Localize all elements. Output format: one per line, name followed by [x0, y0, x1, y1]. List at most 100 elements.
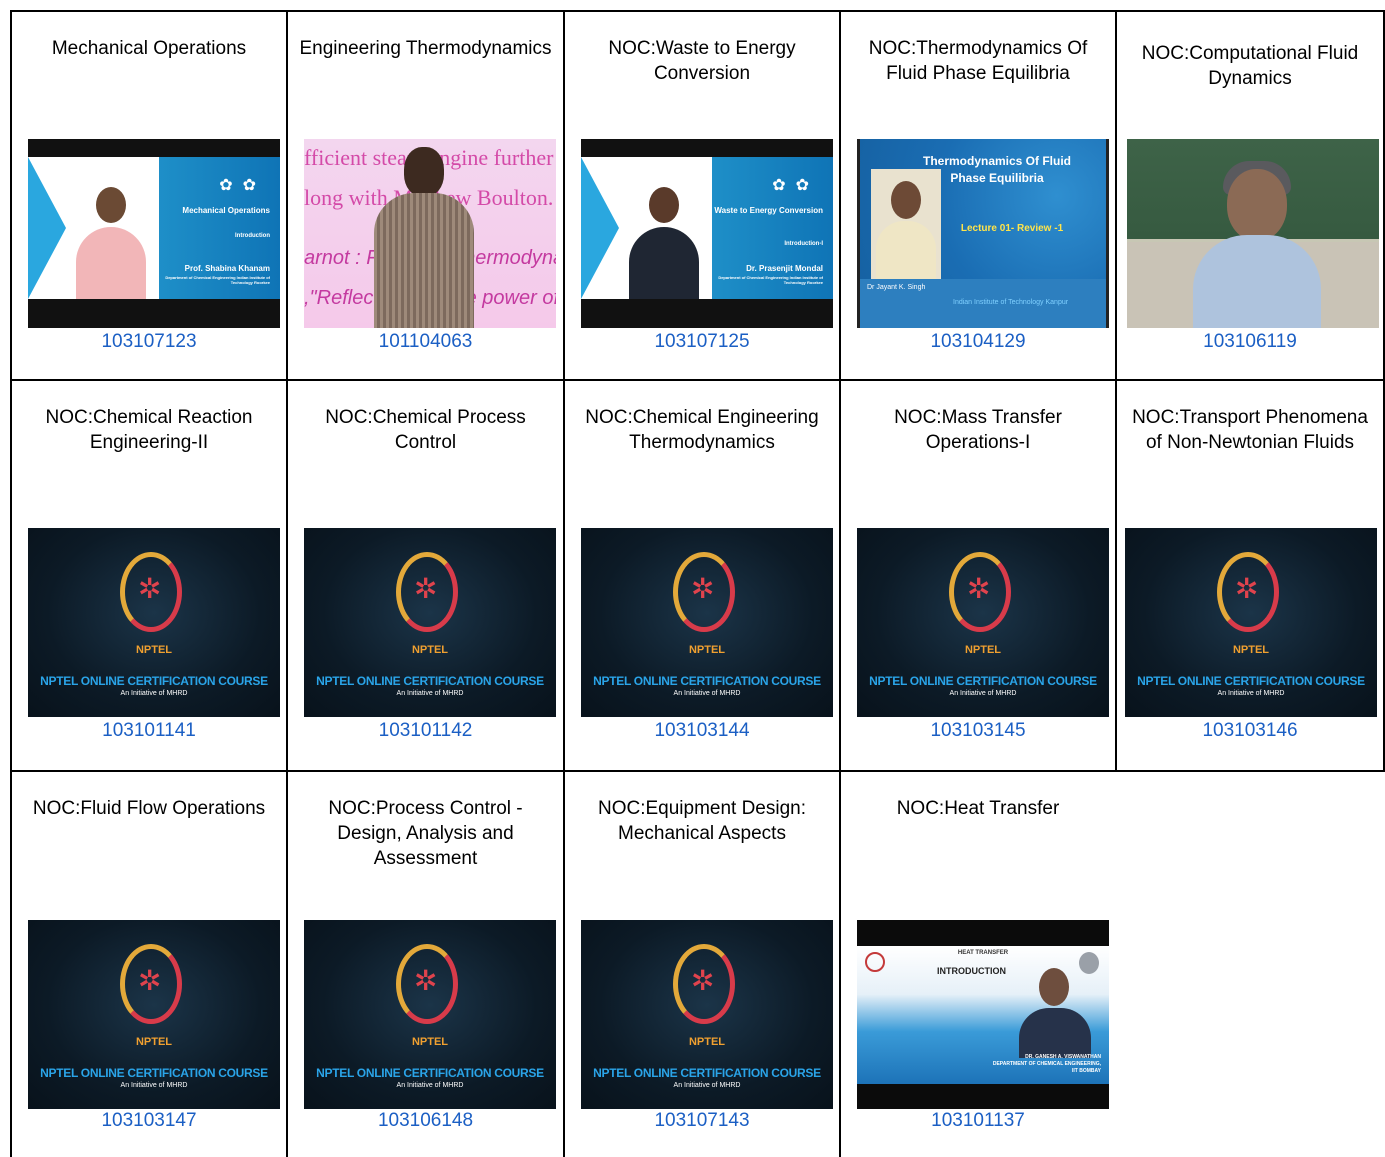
nptel-course-label: NPTEL ONLINE CERTIFICATION COURSE: [40, 1066, 268, 1080]
nptel-logo-icon: ✲: [138, 573, 162, 604]
nptel-initiative: An Initiative of MHRD: [673, 1082, 741, 1089]
nptel-initiative: An Initiative of MHRD: [120, 1082, 188, 1089]
course-thumbnail[interactable]: ✲ NPTEL NPTEL ONLINE CERTIFICATION COURS…: [304, 528, 556, 717]
course-title: NOC:Chemical Process Control: [325, 407, 526, 453]
nptel-label: NPTEL: [135, 1036, 173, 1048]
course-code-link[interactable]: 101104063: [288, 330, 563, 354]
course-code-link[interactable]: 103106119: [1117, 330, 1383, 354]
course-thumbnail[interactable]: ✿✿ Mechanical Operations Introduction Pr…: [28, 139, 280, 328]
thumb-dept: Indian Institute of Technology Kanpur: [953, 299, 1069, 306]
thumb-title: Mechanical Operations: [182, 206, 270, 215]
thumb-dept: Department of Chemical Engineering India…: [718, 275, 823, 285]
course-title: NOC:Equipment Design: Mechanical Aspects: [597, 798, 807, 844]
course-cell: Mechanical Operations ✿✿ Mechanical Oper…: [12, 12, 286, 379]
institute-logo-icon: ✿✿: [772, 177, 819, 194]
course-title: NOC:Chemical Reaction Engineering-II: [45, 407, 253, 453]
nptel-course-label: NPTEL ONLINE CERTIFICATION COURSE: [316, 1066, 544, 1080]
institute-logo-icon: ✿✿: [219, 177, 266, 194]
course-thumbnail[interactable]: Thermodynamics Of Fluid Phase Equilibria…: [857, 139, 1109, 328]
course-code-link[interactable]: 103101137: [841, 1109, 1115, 1133]
course-title: Engineering Thermodynamics: [299, 38, 552, 59]
course-cell: NOC:Transport Phenomena of Non-Newtonian…: [1117, 381, 1383, 770]
course-title: NOC:Waste to Energy Conversion: [608, 38, 796, 84]
course-grid: Mechanical Operations ✿✿ Mechanical Oper…: [10, 10, 1385, 1157]
thumb-presenter: Dr Jayant K. Singh: [867, 284, 926, 291]
course-cell: NOC:Chemical Reaction Engineering-II ✲ N…: [12, 381, 286, 770]
nptel-label: NPTEL: [964, 644, 1002, 656]
thumb-subtitle: Introduction: [235, 233, 270, 239]
course-code-link[interactable]: 103104129: [841, 330, 1115, 354]
course-thumbnail[interactable]: ✿✿ Waste to Energy Conversion Introducti…: [581, 139, 833, 328]
nptel-initiative: An Initiative of MHRD: [1217, 690, 1285, 697]
course-cell: NOC:Computational Fluid Dynamics 1031061…: [1117, 12, 1383, 379]
nptel-course-label: NPTEL ONLINE CERTIFICATION COURSE: [593, 1066, 821, 1080]
nptel-course-label: NPTEL ONLINE CERTIFICATION COURSE: [1137, 674, 1365, 688]
course-title: NOC:Mass Transfer Operations-I: [894, 407, 1062, 453]
nptel-course-label: NPTEL ONLINE CERTIFICATION COURSE: [40, 674, 268, 688]
nptel-logo-icon: ✲: [967, 573, 991, 604]
course-thumbnail[interactable]: ✲ NPTEL NPTEL ONLINE CERTIFICATION COURS…: [581, 528, 833, 717]
nptel-initiative: An Initiative of MHRD: [673, 690, 741, 697]
course-thumbnail[interactable]: fficient steam engine further and long w…: [304, 139, 556, 328]
course-thumbnail[interactable]: HEAT TRANSFER INTRODUCTION DR. GANESH A.…: [857, 920, 1109, 1109]
course-cell: NOC:Thermodynamics Of Fluid Phase Equili…: [841, 12, 1115, 379]
nptel-initiative: An Initiative of MHRD: [396, 1082, 464, 1089]
iitb-logo-icon: [865, 952, 885, 972]
course-code-link[interactable]: 103107125: [565, 330, 839, 354]
thumb-dept: Department of Chemical Engineering India…: [165, 275, 270, 285]
course-thumbnail[interactable]: ✲ NPTEL NPTEL ONLINE CERTIFICATION COURS…: [581, 920, 833, 1109]
nptel-logo-icon: ✲: [414, 573, 438, 604]
thumb-title: Waste to Energy Conversion: [714, 206, 823, 215]
course-title: NOC:Process Control - Design, Analysis a…: [328, 798, 523, 869]
thumb-header: HEAT TRANSFER: [957, 950, 1009, 956]
nptel-label: NPTEL: [1232, 644, 1270, 656]
course-cell: NOC:Chemical Process Control ✲ NPTEL NPT…: [288, 381, 563, 770]
course-code-link[interactable]: 103103145: [841, 719, 1115, 743]
course-title: NOC:Transport Phenomena of Non-Newtonian…: [1132, 407, 1368, 453]
lecturer-image: [871, 169, 941, 279]
course-title: NOC:Chemical Engineering Thermodynamics: [585, 407, 819, 453]
nptel-logo-icon: ✲: [1235, 573, 1259, 604]
thumb-subtitle: Introduction-I: [784, 241, 823, 247]
nptel-course-label: NPTEL ONLINE CERTIFICATION COURSE: [316, 674, 544, 688]
thumb-presenter: Prof. Shabina Khanam: [184, 264, 270, 273]
course-thumbnail[interactable]: [1127, 139, 1379, 328]
nptel-logo-icon: ✲: [414, 965, 438, 996]
nptel-label: NPTEL: [411, 1036, 449, 1048]
course-title: NOC:Computational Fluid Dynamics: [1141, 43, 1359, 89]
nptel-initiative: An Initiative of MHRD: [396, 690, 464, 697]
nptel-label: NPTEL: [688, 1036, 726, 1048]
thumb-subtitle: Lecture 01- Review -1: [960, 223, 1064, 234]
nptel-course-label: NPTEL ONLINE CERTIFICATION COURSE: [869, 674, 1097, 688]
course-thumbnail[interactable]: ✲ NPTEL NPTEL ONLINE CERTIFICATION COURS…: [857, 528, 1109, 717]
course-cell: NOC:Mass Transfer Operations-I ✲ NPTEL N…: [841, 381, 1115, 770]
thumb-title: Thermodynamics Of Fluid Phase Equilibria: [922, 154, 1072, 185]
course-code-link[interactable]: 103107123: [12, 330, 286, 354]
course-code-link[interactable]: 103106148: [288, 1109, 563, 1133]
nptel-logo-icon: ✲: [138, 965, 162, 996]
course-cell: Engineering Thermodynamics fficient stea…: [288, 12, 563, 379]
course-code-link[interactable]: 103107143: [565, 1109, 839, 1133]
nptel-course-label: NPTEL ONLINE CERTIFICATION COURSE: [593, 674, 821, 688]
course-cell: NOC:Process Control - Design, Analysis a…: [288, 772, 563, 1157]
course-code-link[interactable]: 103101141: [12, 719, 286, 743]
nptel-initiative: An Initiative of MHRD: [120, 690, 188, 697]
course-code-link[interactable]: 103103147: [12, 1109, 286, 1133]
course-title: NOC:Thermodynamics Of Fluid Phase Equili…: [868, 38, 1088, 84]
course-cell: NOC:Equipment Design: Mechanical Aspects…: [565, 772, 839, 1157]
course-code-link[interactable]: 103101142: [288, 719, 563, 743]
thumb-presenter: Dr. Prasenjit Mondal: [746, 264, 823, 273]
lecturer-image: [374, 147, 474, 328]
thumb-title: INTRODUCTION: [937, 966, 1006, 976]
nptel-initiative: An Initiative of MHRD: [949, 690, 1017, 697]
course-thumbnail[interactable]: ✲ NPTEL NPTEL ONLINE CERTIFICATION COURS…: [304, 920, 556, 1109]
course-thumbnail[interactable]: ✲ NPTEL NPTEL ONLINE CERTIFICATION COURS…: [1125, 528, 1377, 717]
nptel-label: NPTEL: [688, 644, 726, 656]
course-code-link[interactable]: 103103144: [565, 719, 839, 743]
course-cell: NOC:Waste to Energy Conversion ✿✿ Waste …: [565, 12, 839, 379]
course-cell: NOC:Chemical Engineering Thermodynamics …: [565, 381, 839, 770]
course-code-link[interactable]: 103103146: [1117, 719, 1383, 743]
course-thumbnail[interactable]: ✲ NPTEL NPTEL ONLINE CERTIFICATION COURS…: [28, 920, 280, 1109]
lecturer-image: [1019, 968, 1091, 1058]
course-thumbnail[interactable]: ✲ NPTEL NPTEL ONLINE CERTIFICATION COURS…: [28, 528, 280, 717]
